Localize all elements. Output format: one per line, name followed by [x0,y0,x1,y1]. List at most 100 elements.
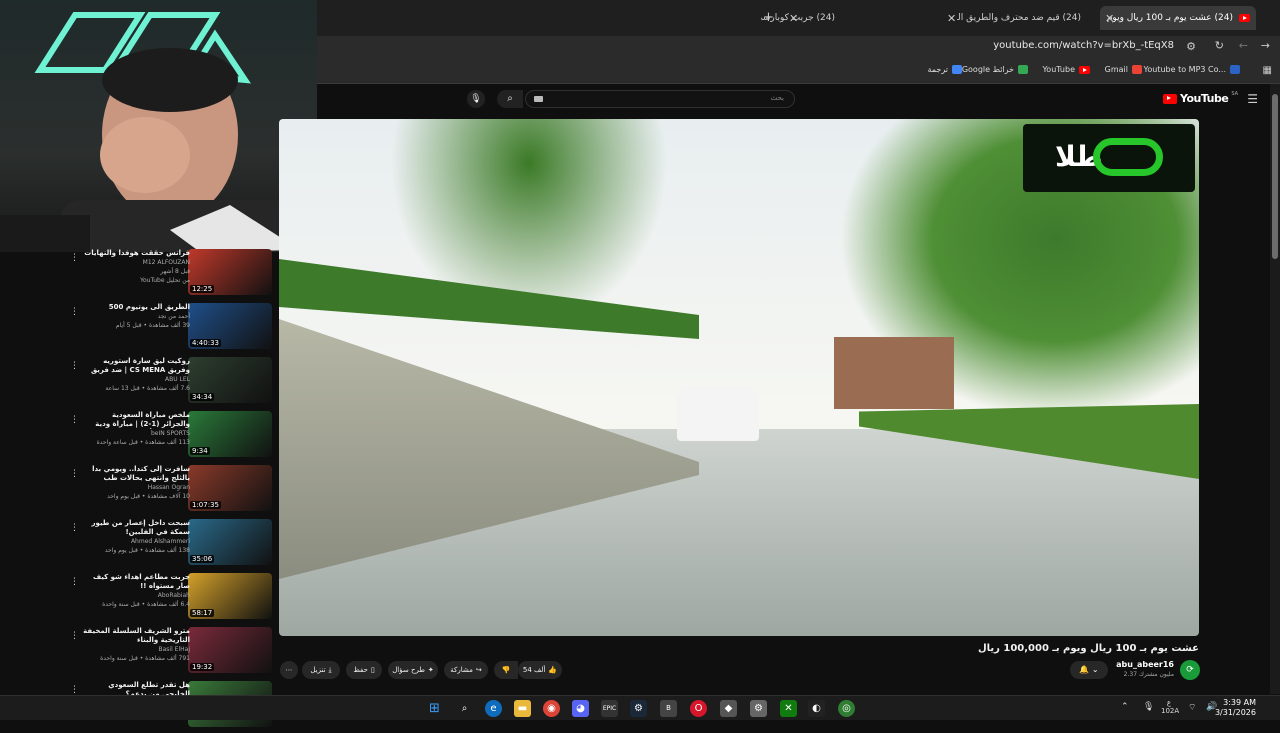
scrollbar-thumb[interactable] [1272,94,1278,259]
channel-name[interactable]: Hassan Ogran [82,483,190,492]
bookmark-translate[interactable]: ترجمة [928,65,962,74]
video-title[interactable]: فرانس حققت هوفدا والنهايات [82,249,190,258]
more-options-icon[interactable]: ⋮ [70,577,79,587]
channel-name[interactable]: AboRabiah [82,591,190,600]
chevron-up-icon[interactable]: ⌃ [1121,702,1129,712]
voice-search-button[interactable]: 🎙 [467,90,485,108]
video-meta: قبل 8 أشهر [160,268,190,275]
discord-icon[interactable]: ◕ [572,700,589,717]
bookmark-yt-mp3[interactable]: Youtube to MP3 Co... [1144,65,1240,74]
tab-close-icon[interactable]: ✕ [1105,12,1114,25]
more-actions-button[interactable]: ⋯ [280,661,298,679]
video-title[interactable]: الطريق الى يوتيوم 500 [82,303,190,312]
tab-active[interactable]: (24) عشت يوم بـ 100 ريال ويوم [1100,6,1256,30]
like-button[interactable]: 54 ألف 👍 [518,661,562,679]
video-title[interactable]: سبحت داخل إعصار من طيور سمكة في الفلبين! [82,519,190,537]
tab-close-icon[interactable]: ✕ [947,12,956,25]
suggested-video-item[interactable]: 58:17 ⋮ جربت مطاعم اهداء شو كيف صار مستواه… [66,573,278,625]
video-thumbnail[interactable]: 58:17 [188,573,272,619]
video-thumbnail[interactable]: 35:06 [188,519,272,565]
more-options-icon[interactable]: ⋮ [70,253,79,263]
video-thumbnail[interactable]: 1:07:35 [188,465,272,511]
clock-time[interactable]: 3:39 AM [1223,698,1256,707]
menu-icon[interactable]: ☰ [1247,92,1258,106]
network-icon[interactable]: ⌔ [1188,702,1196,713]
share-button[interactable]: مشاركة ↪ [444,661,488,679]
channel-avatar[interactable]: ⟳ [1180,660,1200,680]
microphone-icon[interactable]: 🎙 [1143,702,1154,712]
tab-close-icon[interactable]: ✕ [789,12,798,25]
app-icon[interactable]: ◐ [808,700,825,717]
scrollbar[interactable] [1270,84,1280,694]
url-field[interactable]: youtube.com/watch?v=brXb_-tEqX8 [993,40,1174,51]
suggested-video-item[interactable]: 12:25 ⋮ فرانس حققت هوفدا والنهايات M12 ALFO… [66,249,278,301]
channel-name[interactable]: abu_abeer16 [1116,660,1174,669]
xbox-icon[interactable]: ✕ [780,700,797,717]
video-thumbnail[interactable]: 12:25 [188,249,272,295]
video-thumbnail[interactable]: 19:32 [188,627,272,673]
keyboard-icon[interactable] [534,96,543,102]
opera-icon[interactable]: O [690,700,707,717]
video-duration: 12:25 [190,285,215,293]
reload-icon[interactable]: ↻ [1215,39,1224,52]
download-button[interactable]: تنزيل ⤓ [302,661,340,679]
app-icon[interactable]: ◆ [720,700,737,717]
apps-grid-icon[interactable]: ▦ [1263,65,1272,76]
more-options-icon[interactable]: ⋮ [70,415,79,425]
forward-icon[interactable]: ← [1239,39,1248,52]
new-tab-button[interactable]: + [763,10,774,25]
video-title[interactable]: مترو الشريف السلسلة المخيفة التاريخية وا… [82,627,190,645]
epic-games-icon[interactable]: EPIC [601,700,618,717]
suggested-video-item[interactable]: 19:32 ⋮ مترو الشريف السلسلة المخيفة التاري… [66,627,278,679]
steam-icon[interactable]: ⚙ [630,700,647,717]
video-thumbnail[interactable]: 4:40:33 [188,303,272,349]
ask-button[interactable]: طرح سؤال ✦ [388,661,438,679]
battlenet-icon[interactable]: B [660,700,677,717]
more-options-icon[interactable]: ⋮ [70,469,79,479]
edge-icon[interactable]: e [485,700,502,717]
channel-name[interactable]: M12 ALFOUZAN [82,258,190,267]
suggested-video-item[interactable]: 4:40:33 ⋮ الطريق الى يوتيوم 500 أحمد من نجد… [66,303,278,355]
bookmark-google-maps[interactable]: Google خرائط [962,65,1028,74]
bookmark-gmail[interactable]: Gmail [1105,65,1142,74]
more-options-icon[interactable]: ⋮ [70,631,79,641]
notification-bell-button[interactable]: 🔔 ⌄ [1070,661,1108,679]
youtube-logo[interactable]: YouTube SA [1163,91,1238,105]
more-options-icon[interactable]: ⋮ [70,307,79,317]
browser-icon[interactable]: ◎ [838,700,855,717]
channel-name[interactable]: أحمد من نجد [82,312,190,321]
more-options-icon[interactable]: ⋮ [70,685,79,695]
back-icon[interactable]: → [1261,39,1270,52]
search-icon[interactable]: ⌕ [456,700,473,717]
language-indicator[interactable]: ع 102A [1161,699,1179,715]
chrome-icon[interactable]: ◉ [543,700,560,717]
tune-icon[interactable]: ⚙ [1186,40,1196,53]
channel-name[interactable]: ABU LEL [82,375,190,384]
video-title[interactable]: جربت مطاعم اهداء شو كيف صار مستواه !! [82,573,190,591]
dislike-button[interactable]: 👎 [494,661,518,679]
file-explorer-icon[interactable]: ▬ [514,700,531,717]
settings-icon[interactable]: ⚙ [750,700,767,717]
video-thumbnail[interactable]: 34:34 [188,357,272,403]
suggested-video-item[interactable]: 34:34 ⋮ روكيت ليق سارة استوريه وفريق CS ME… [66,357,278,409]
channel-name[interactable]: Ahmed Alshammeri [82,537,190,546]
video-player[interactable]: طلا [279,119,1199,636]
video-title[interactable]: سافرت إلى كندا.. ويومي بدا بالثلج وانتهى… [82,465,190,483]
search-button[interactable]: ⌕ [497,90,523,108]
suggested-video-item[interactable]: 1:07:35 ⋮ سافرت إلى كندا.. ويومي بدا بالثل… [66,465,278,517]
more-options-icon[interactable]: ⋮ [70,361,79,371]
search-input[interactable]: بحث [525,90,795,108]
channel-name[interactable]: beIN SPORTS [82,429,190,438]
more-options-icon[interactable]: ⋮ [70,523,79,533]
suggested-video-item[interactable]: 9:34 ⋮ ملخص مباراة السعودية والجزائر (1-2)… [66,411,278,463]
save-button[interactable]: حفظ ▯ [346,661,382,679]
suggested-video-item[interactable]: 35:06 ⋮ سبحت داخل إعصار من طيور سمكة في ال… [66,519,278,571]
video-thumbnail[interactable]: 9:34 [188,411,272,457]
tab-2[interactable]: (24) قيم ضد محترف والطريق الـ [957,6,1087,30]
clock-date[interactable]: 3/31/2026 [1215,708,1256,717]
bookmark-youtube[interactable]: YouTube [1042,65,1090,74]
channel-name[interactable]: Basil ElHaj [82,645,190,654]
video-title[interactable]: روكيت ليق سارة استوريه وفريق CS MENA | ض… [82,357,190,375]
video-title[interactable]: ملخص مباراة السعودية والجزائر (1-2) | مب… [82,411,190,429]
windows-start-icon[interactable]: ⊞ [426,700,443,717]
